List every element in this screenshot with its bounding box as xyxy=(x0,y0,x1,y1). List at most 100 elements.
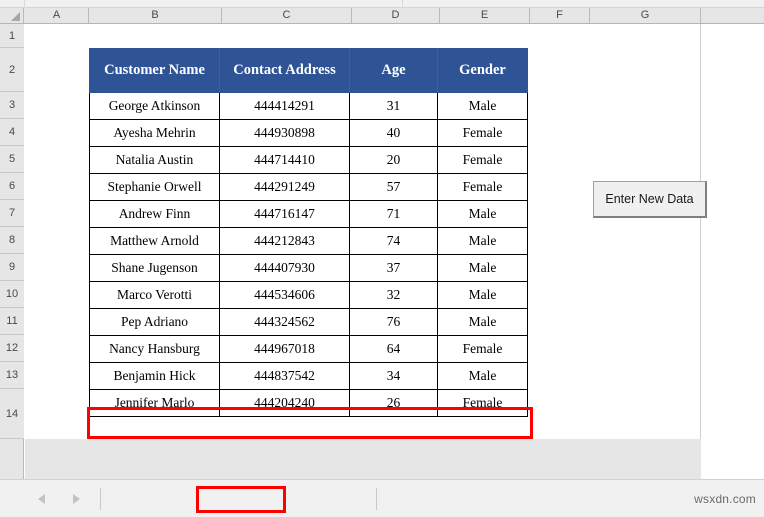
tab-separator xyxy=(100,488,101,510)
cell-gender[interactable]: Male xyxy=(437,92,528,120)
row-header-10[interactable]: 10 xyxy=(0,281,24,308)
cell-age[interactable]: 76 xyxy=(349,308,438,336)
row-header-9[interactable]: 9 xyxy=(0,254,24,281)
cell-customer-name[interactable]: Andrew Finn xyxy=(89,200,220,228)
cell-age[interactable]: 64 xyxy=(349,335,438,363)
cell-age[interactable]: 32 xyxy=(349,281,438,309)
row-header-column: 1 2 3 4 5 6 7 8 9 10 11 12 13 14 xyxy=(0,24,24,479)
cell-age[interactable]: 31 xyxy=(349,92,438,120)
cell-contact-address[interactable]: 444716147 xyxy=(219,200,350,228)
cell-customer-name[interactable]: George Atkinson xyxy=(89,92,220,120)
cell-age[interactable]: 34 xyxy=(349,362,438,390)
cell-gender[interactable]: Female xyxy=(437,173,528,201)
cell-contact-address[interactable]: 444714410 xyxy=(219,146,350,174)
table-row[interactable]: Stephanie Orwell 444291249 57 Female xyxy=(89,173,528,201)
cell-gender[interactable]: Female xyxy=(437,119,528,147)
sheet-nav-arrows[interactable] xyxy=(24,488,94,510)
cell-customer-name[interactable]: Matthew Arnold xyxy=(89,227,220,255)
cell-contact-address[interactable]: 444967018 xyxy=(219,335,350,363)
cell-gender[interactable]: Female xyxy=(437,146,528,174)
chevron-right-icon[interactable] xyxy=(73,494,80,504)
cell-customer-name[interactable]: Pep Adriano xyxy=(89,308,220,336)
row-header-5[interactable]: 5 xyxy=(0,146,24,173)
cell-contact-address[interactable]: 444212843 xyxy=(219,227,350,255)
column-header-b[interactable]: B xyxy=(89,8,222,23)
table-row[interactable]: Jennifer Marlo 444204240 26 Female xyxy=(89,389,528,417)
cell-customer-name[interactable]: Natalia Austin xyxy=(89,146,220,174)
cell-customer-name[interactable]: Shane Jugenson xyxy=(89,254,220,282)
spreadsheet-window: ABCDEFG 1 2 3 4 5 6 7 8 9 10 11 12 13 14 Customer Nam… xyxy=(0,0,764,517)
column-header-d[interactable]: D xyxy=(352,8,440,23)
table-row[interactable]: Andrew Finn 444716147 71 Male xyxy=(89,200,528,228)
table-row[interactable]: Natalia Austin 444714410 20 Female xyxy=(89,146,528,174)
column-header-gender[interactable]: Gender xyxy=(437,48,528,93)
cell-age[interactable]: 71 xyxy=(349,200,438,228)
column-header-c[interactable]: C xyxy=(222,8,352,23)
cell-age[interactable]: 37 xyxy=(349,254,438,282)
row-header-8[interactable]: 8 xyxy=(0,227,24,254)
cell-customer-name[interactable]: Jennifer Marlo xyxy=(89,389,220,417)
cell-customer-name[interactable]: Marco Verotti xyxy=(89,281,220,309)
cell-age[interactable]: 40 xyxy=(349,119,438,147)
table-row[interactable]: Marco Verotti 444534606 32 Male xyxy=(89,281,528,309)
row-header-12[interactable]: 12 xyxy=(0,335,24,362)
cell-gender[interactable]: Female xyxy=(437,389,528,417)
row-header-1[interactable]: 1 xyxy=(0,24,24,48)
row-header-14[interactable]: 14 xyxy=(0,389,24,439)
cell-gender[interactable]: Male xyxy=(437,281,528,309)
row-header-11[interactable]: 11 xyxy=(0,308,24,335)
cell-age[interactable]: 74 xyxy=(349,227,438,255)
cell-contact-address[interactable]: 444204240 xyxy=(219,389,350,417)
cell-contact-address[interactable]: 444414291 xyxy=(219,92,350,120)
enter-new-data-button[interactable]: Enter New Data xyxy=(593,181,707,218)
table-row[interactable]: Benjamin Hick 444837542 34 Male xyxy=(89,362,528,390)
cell-customer-name[interactable]: Benjamin Hick xyxy=(89,362,220,390)
table-row[interactable]: George Atkinson 444414291 31 Male xyxy=(89,92,528,120)
select-all-triangle-icon xyxy=(11,12,20,21)
grid-empty-right xyxy=(701,24,764,479)
row-header-3[interactable]: 3 xyxy=(0,92,24,119)
row-header-7[interactable]: 7 xyxy=(0,200,24,227)
cell-customer-name[interactable]: Nancy Hansburg xyxy=(89,335,220,363)
cell-age[interactable]: 20 xyxy=(349,146,438,174)
column-header-customer-name[interactable]: Customer Name xyxy=(89,48,220,93)
table-header-row: Customer Name Contact Address Age Gender xyxy=(89,48,528,93)
row-header-4[interactable]: 4 xyxy=(0,119,24,146)
table-row[interactable]: Matthew Arnold 444212843 74 Male xyxy=(89,227,528,255)
cell-customer-name[interactable]: Ayesha Mehrin xyxy=(89,119,220,147)
table-row[interactable]: Ayesha Mehrin 444930898 40 Female xyxy=(89,119,528,147)
table-row[interactable]: Pep Adriano 444324562 76 Male xyxy=(89,308,528,336)
cell-contact-address[interactable]: 444407930 xyxy=(219,254,350,282)
select-all-button[interactable] xyxy=(0,8,24,23)
cell-contact-address[interactable]: 444291249 xyxy=(219,173,350,201)
column-header-g[interactable]: G xyxy=(590,8,701,23)
cell-contact-address[interactable]: 444930898 xyxy=(219,119,350,147)
cell-gender[interactable]: Male xyxy=(437,362,528,390)
cell-age[interactable]: 57 xyxy=(349,173,438,201)
cell-gender[interactable]: Male xyxy=(437,200,528,228)
cell-contact-address[interactable]: 444534606 xyxy=(219,281,350,309)
top-strip xyxy=(0,0,764,8)
row-header-2[interactable]: 2 xyxy=(0,48,24,92)
table-row[interactable]: Nancy Hansburg 444967018 64 Female xyxy=(89,335,528,363)
cell-gender[interactable]: Male xyxy=(437,254,528,282)
cell-gender[interactable]: Female xyxy=(437,335,528,363)
cell-contact-address[interactable]: 444837542 xyxy=(219,362,350,390)
customer-data-table[interactable]: Customer Name Contact Address Age Gender… xyxy=(89,48,528,417)
row-header-13[interactable]: 13 xyxy=(0,362,24,389)
chevron-left-icon[interactable] xyxy=(38,494,45,504)
cell-gender[interactable]: Male xyxy=(437,227,528,255)
column-header-age[interactable]: Age xyxy=(349,48,438,93)
table-row[interactable]: Shane Jugenson 444407930 37 Male xyxy=(89,254,528,282)
grid-empty-below xyxy=(25,439,701,479)
column-header-contact-address[interactable]: Contact Address xyxy=(219,48,350,93)
row-header-6[interactable]: 6 xyxy=(0,173,24,200)
cell-gender[interactable]: Male xyxy=(437,308,528,336)
column-header-e[interactable]: E xyxy=(440,8,530,23)
tab-separator xyxy=(376,488,377,510)
cell-contact-address[interactable]: 444324562 xyxy=(219,308,350,336)
column-header-f[interactable]: F xyxy=(530,8,590,23)
cell-customer-name[interactable]: Stephanie Orwell xyxy=(89,173,220,201)
cell-age[interactable]: 26 xyxy=(349,389,438,417)
column-header-a[interactable]: A xyxy=(25,8,89,23)
